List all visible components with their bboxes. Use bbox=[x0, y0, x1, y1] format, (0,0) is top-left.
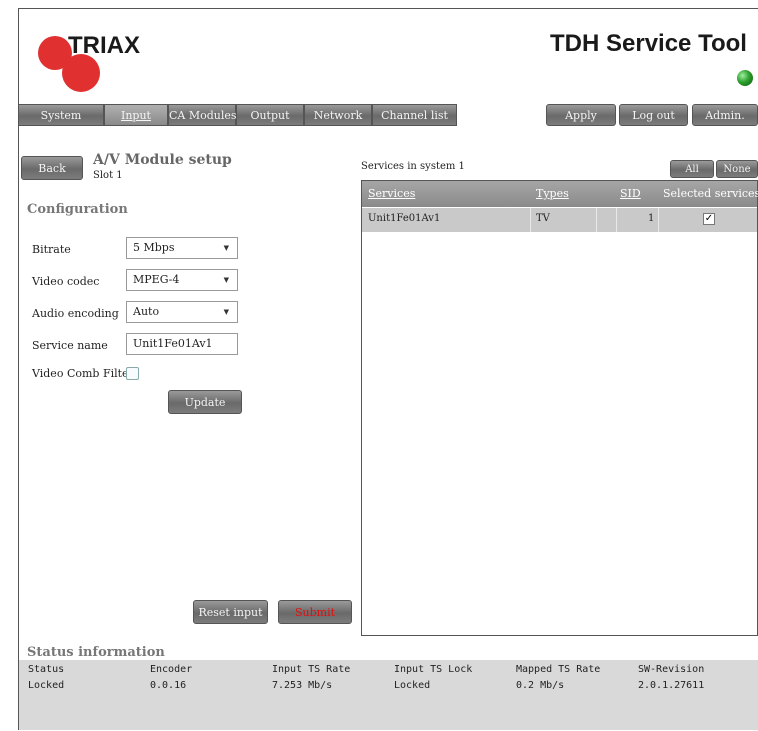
select-none-button[interactable]: None bbox=[716, 160, 758, 178]
tab-network[interactable]: Network bbox=[304, 104, 372, 126]
input-ts-rate-label: Input TS Rate bbox=[272, 664, 351, 675]
sw-revision-value: 2.0.1.27611 bbox=[638, 680, 705, 691]
input-ts-lock-value: Locked bbox=[394, 680, 431, 691]
mapped-ts-rate-label: Mapped TS Rate bbox=[516, 664, 601, 675]
encoder-label: Encoder bbox=[150, 664, 193, 675]
submit-button[interactable]: Submit bbox=[278, 600, 352, 624]
services-table: Services Types SID Selected services Uni… bbox=[361, 180, 758, 636]
chevron-down-icon: ▼ bbox=[223, 244, 229, 252]
audio-encoding-label: Audio encoding bbox=[32, 307, 119, 320]
column-header-services[interactable]: Services bbox=[368, 187, 415, 200]
service-name-label: Service name bbox=[32, 339, 108, 352]
column-divider bbox=[596, 208, 597, 232]
video-codec-select[interactable]: MPEG-4 ▼ bbox=[126, 269, 238, 291]
column-header-sid[interactable]: SID bbox=[620, 187, 641, 200]
chevron-down-icon: ▼ bbox=[223, 308, 229, 316]
column-divider bbox=[530, 208, 531, 232]
sw-revision-label: SW-Revision bbox=[638, 664, 705, 675]
logout-button[interactable]: Log out bbox=[619, 104, 688, 126]
table-row[interactable]: Unit1Fe01Av1 TV 1 ✓ bbox=[362, 207, 757, 232]
input-ts-rate-value: 7.253 Mb/s bbox=[272, 680, 333, 691]
mapped-ts-rate-value: 0.2 Mb/s bbox=[516, 680, 565, 691]
status-led-icon bbox=[737, 70, 753, 86]
encoder-value: 0.0.16 bbox=[150, 680, 187, 691]
reset-input-button[interactable]: Reset input bbox=[193, 600, 268, 624]
admin-button[interactable]: Admin. bbox=[692, 104, 758, 126]
input-ts-lock-label: Input TS Lock bbox=[394, 664, 473, 675]
bitrate-select[interactable]: 5 Mbps ▼ bbox=[126, 237, 238, 259]
video-comb-filter-label: Video Comb Filter bbox=[32, 367, 134, 380]
audio-encoding-value: Auto bbox=[133, 305, 160, 318]
triax-logo: TRIAX bbox=[38, 32, 158, 92]
bitrate-label: Bitrate bbox=[32, 243, 71, 256]
service-type-cell: TV bbox=[536, 213, 550, 224]
back-button[interactable]: Back bbox=[21, 156, 83, 180]
column-divider bbox=[658, 208, 659, 232]
video-comb-filter-checkbox[interactable] bbox=[126, 367, 139, 380]
service-selected-checkbox[interactable]: ✓ bbox=[703, 213, 715, 225]
bitrate-value: 5 Mbps bbox=[133, 241, 175, 254]
service-name-cell: Unit1Fe01Av1 bbox=[368, 213, 441, 224]
status-value: Locked bbox=[28, 680, 65, 691]
column-header-selected-services: Selected services bbox=[663, 187, 758, 200]
tab-output[interactable]: Output bbox=[236, 104, 304, 126]
audio-encoding-select[interactable]: Auto ▼ bbox=[126, 301, 238, 323]
page-title: A/V Module setup bbox=[93, 152, 232, 168]
video-codec-value: MPEG-4 bbox=[133, 273, 180, 286]
chevron-down-icon: ▼ bbox=[223, 276, 229, 284]
services-caption: Services in system 1 bbox=[361, 161, 465, 172]
status-label: Status bbox=[28, 664, 65, 675]
service-name-input[interactable]: Unit1Fe01Av1 bbox=[126, 333, 238, 355]
logo-wordmark: TRIAX bbox=[68, 32, 140, 59]
service-sid-cell: 1 bbox=[648, 213, 655, 224]
column-header-types[interactable]: Types bbox=[536, 187, 569, 200]
tab-ca-modules[interactable]: CA Modules bbox=[168, 104, 237, 126]
video-codec-label: Video codec bbox=[32, 275, 100, 288]
column-divider bbox=[616, 208, 617, 232]
tab-system[interactable]: System bbox=[18, 104, 104, 126]
configuration-heading: Configuration bbox=[27, 202, 128, 217]
services-table-header: Services Types SID Selected services bbox=[362, 181, 758, 207]
status-heading: Status information bbox=[27, 645, 165, 660]
select-all-button[interactable]: All bbox=[670, 160, 714, 178]
apply-button[interactable]: Apply bbox=[546, 104, 616, 126]
tab-channel-list[interactable]: Channel list bbox=[372, 104, 457, 126]
tab-input[interactable]: Input bbox=[104, 104, 168, 126]
app-title: TDH Service Tool bbox=[550, 30, 747, 57]
update-button[interactable]: Update bbox=[168, 390, 242, 414]
page-subtitle: Slot 1 bbox=[93, 170, 123, 181]
